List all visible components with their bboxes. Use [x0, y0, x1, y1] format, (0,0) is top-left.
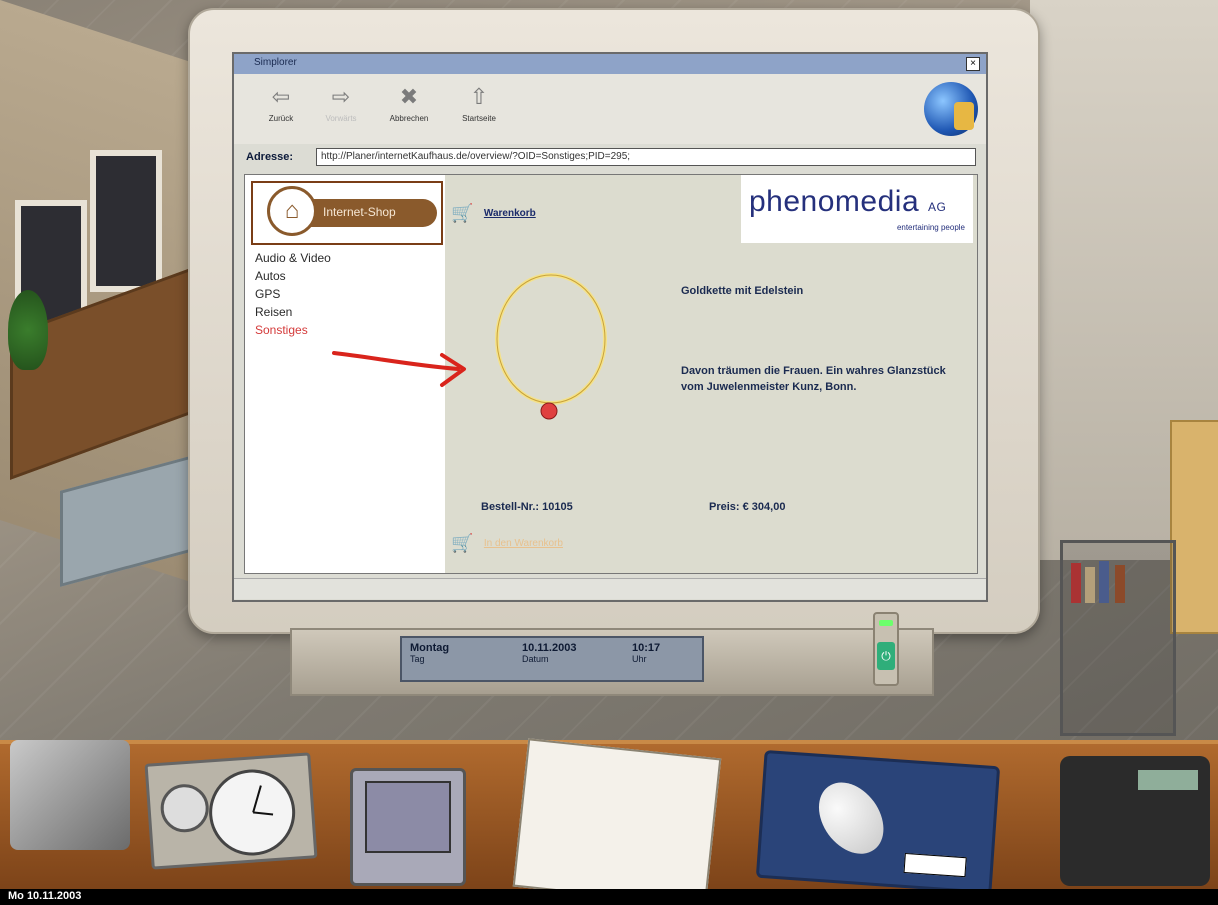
window-title: Simplorer — [254, 57, 297, 68]
clock-hand — [253, 811, 274, 816]
add-to-cart-button[interactable]: 🛒 In den Warenkorb — [451, 533, 563, 554]
add-to-cart-text: In den Warenkorb — [483, 538, 563, 549]
potted-plant — [8, 290, 48, 370]
browser-statusbar — [234, 578, 986, 599]
clock[interactable] — [144, 752, 318, 870]
product-description: Davon träumen die Frauen. Ein wahres Gla… — [681, 365, 946, 393]
power-icon: ⏻ — [877, 642, 895, 670]
telephone[interactable] — [1060, 756, 1210, 886]
pda-device[interactable] — [350, 768, 466, 886]
close-x-icon: ✖ — [399, 84, 419, 109]
shop-banner[interactable]: ⌂ Internet-Shop — [251, 181, 443, 245]
bookshelf — [1060, 540, 1176, 736]
engine-model[interactable] — [10, 740, 130, 850]
order-number: Bestell-Nr.: 10105 — [481, 501, 573, 513]
address-bar: Adresse: — [234, 148, 986, 168]
cart-link[interactable]: 🛒 Warenkorb — [451, 203, 536, 224]
sponsor-banner[interactable]: phenomedia AG entertaining people — [741, 175, 973, 243]
date-label: Datum — [522, 654, 549, 664]
arrow-right-icon: ⇨ — [331, 84, 351, 109]
game-date: Mo 10.11.2003 — [8, 890, 82, 902]
office-door[interactable] — [1170, 420, 1218, 634]
game-scene: Mo 10.11.2003 Montag Tag 10.11.2003 Datu… — [0, 0, 1218, 905]
category-item[interactable]: Autos — [255, 267, 331, 285]
shop-banner-text: Internet-Shop — [323, 205, 396, 219]
mousepad — [755, 749, 1001, 895]
home-icon: ⇧ — [469, 84, 489, 109]
forward-label: Vorwärts — [325, 114, 357, 123]
close-icon[interactable]: × — [966, 57, 980, 71]
pda-screen — [365, 781, 451, 853]
product-area: 🛒 Warenkorb phenomedia AG entertaining p… — [445, 175, 977, 573]
product-title: Goldkette mit Edelstein — [681, 285, 804, 297]
day-value: Montag — [410, 642, 450, 654]
clock-face — [206, 766, 299, 859]
address-label: Adresse: — [246, 151, 294, 163]
category-item[interactable]: Audio & Video — [255, 249, 331, 267]
sponsor-tagline: entertaining people — [896, 223, 965, 232]
category-item[interactable]: Reisen — [255, 303, 331, 321]
small-dial — [159, 782, 211, 834]
power-led-icon — [879, 620, 893, 626]
time-label: Uhr — [632, 654, 647, 664]
shopping-cart-icon: 🛒 — [451, 203, 474, 223]
stop-label: Abbrechen — [389, 114, 429, 123]
document-papers[interactable] — [512, 738, 722, 905]
computer-mouse[interactable] — [805, 770, 897, 867]
browser-window: Simplorer × ⇦ Zurück ⇨ Vorwärts ✖ Abbrec… — [232, 52, 988, 602]
globe-logo-icon — [924, 82, 978, 136]
forward-button[interactable]: ⇨ Vorwärts — [306, 84, 376, 132]
category-item-active[interactable]: Sonstiges — [255, 321, 331, 339]
day-label: Tag — [410, 654, 425, 664]
necklace-image — [495, 273, 607, 420]
product-price: Preis: € 304,00 — [709, 501, 786, 513]
shopping-cart-icon: 🛒 — [451, 533, 474, 553]
status-bar: Mo 10.11.2003 — [0, 889, 1218, 905]
power-button[interactable]: ⏻ — [873, 612, 899, 686]
stop-button[interactable]: ✖ Abbrechen — [374, 84, 444, 132]
sponsor-suffix: AG — [927, 200, 947, 214]
office-window — [90, 150, 162, 292]
sponsor-name-text: phenomedia — [749, 185, 920, 218]
category-list: Audio & Video Autos GPS Reisen Sonstiges — [255, 249, 331, 339]
cart-link-text: Warenkorb — [483, 208, 536, 219]
category-item[interactable]: GPS — [255, 285, 331, 303]
home-button[interactable]: ⇧ Startseite — [444, 84, 514, 132]
red-arrow-annotation — [332, 351, 466, 387]
browser-toolbar: ⇦ Zurück ⇨ Vorwärts ✖ Abbrechen ⇧ Starts… — [234, 74, 986, 144]
sponsor-name: phenomedia AG — [749, 185, 946, 219]
title-bar: Simplorer × — [234, 54, 986, 74]
mousepad-logo — [903, 852, 967, 878]
clock-hand — [252, 785, 262, 813]
phone-display — [1138, 770, 1198, 790]
time-value: 10:17 — [632, 642, 661, 654]
date-time-display: Montag Tag 10.11.2003 Datum 10:17 Uhr — [400, 636, 704, 682]
date-value: 10.11.2003 — [522, 642, 577, 654]
address-input[interactable] — [316, 148, 976, 166]
shop-logo-icon: ⌂ — [267, 186, 317, 236]
home-label: Startseite — [462, 114, 496, 123]
